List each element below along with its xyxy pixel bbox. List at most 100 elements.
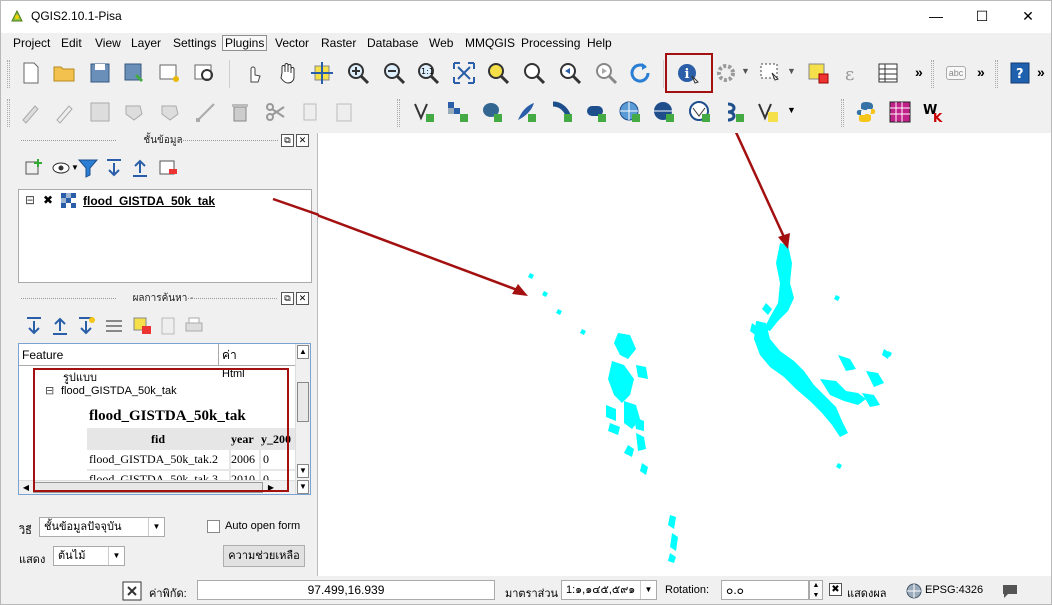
new-print-composer-button[interactable] (156, 60, 182, 86)
dropdown-arrow-icon[interactable]: ▼ (787, 105, 796, 115)
add-vector-layer-button[interactable] (411, 99, 437, 125)
map-canvas[interactable] (273, 92, 1051, 576)
wkt-plugin-button[interactable]: WK (921, 99, 947, 125)
menu-mmqgis[interactable]: MMQGIS (463, 36, 517, 52)
menu-database[interactable]: Database (365, 36, 420, 52)
toolbar-grip[interactable] (841, 99, 844, 127)
toolbar-grip[interactable] (931, 60, 934, 88)
collapse-tree-button[interactable] (47, 313, 73, 339)
zoom-out-button[interactable] (381, 60, 407, 86)
composer-manager-button[interactable] (191, 60, 217, 86)
menu-help[interactable]: Help (585, 36, 614, 52)
layer-row[interactable]: ⊟ ✖ flood_GISTDA_50k_tak (23, 193, 309, 211)
toolbar-grip[interactable] (995, 60, 998, 88)
toolbar-overflow-icon[interactable]: » (915, 64, 923, 80)
zoom-next-button[interactable] (593, 60, 619, 86)
toggle-editing-button[interactable] (51, 99, 77, 125)
current-edits-button[interactable] (18, 99, 44, 125)
node-tool-button[interactable] (193, 99, 219, 125)
column-header-feature[interactable]: Feature (19, 344, 219, 366)
zoom-full-button[interactable] (451, 60, 477, 86)
toggle-extents-button[interactable] (119, 578, 145, 604)
crs-globe-icon[interactable] (906, 583, 922, 599)
layer-tree[interactable]: ⊟ ✖ flood_GISTDA_50k_tak (18, 189, 312, 283)
expand-all-button[interactable] (101, 155, 127, 181)
add-raster-layer-button[interactable] (445, 99, 471, 125)
menu-edit[interactable]: Edit (59, 36, 84, 52)
toolbar-overflow-icon[interactable]: » (1037, 64, 1045, 80)
scroll-down-icon[interactable]: ▼ (297, 480, 309, 494)
dropdown-arrow-icon[interactable]: ▼ (787, 66, 796, 76)
vertical-scrollbar[interactable]: ▲ ▼ ▼ (295, 344, 310, 494)
menu-view[interactable]: View (93, 36, 123, 52)
move-feature-button[interactable] (157, 99, 183, 125)
menu-project[interactable]: Project (11, 36, 52, 52)
new-shapefile-button[interactable] (755, 99, 781, 125)
select-features-button[interactable] (757, 60, 783, 86)
add-oracle-layer-button[interactable] (583, 99, 609, 125)
dropdown-arrow-icon[interactable]: ▼ (741, 66, 750, 76)
add-delimited-text-button[interactable] (721, 99, 747, 125)
menu-layer[interactable]: Layer (129, 36, 163, 52)
rotation-field[interactable]: ๐.๐ (721, 580, 809, 600)
scroll-down-icon[interactable]: ▼ (297, 464, 309, 478)
column-header-value[interactable]: ค่า (219, 344, 295, 366)
help-button[interactable]: ความช่วยเหลือ (223, 545, 305, 567)
maximize-button[interactable]: ☐ (959, 1, 1005, 31)
remove-layer-button[interactable] (155, 155, 181, 181)
clear-results-button[interactable] (101, 313, 127, 339)
save-as-button[interactable] (121, 60, 147, 86)
pan-map-button[interactable] (275, 60, 301, 86)
add-wfs-layer-button[interactable] (687, 99, 713, 125)
collapse-toggle-icon[interactable]: ⊟ (25, 193, 35, 207)
messages-bubble-icon[interactable] (1001, 582, 1019, 600)
zoom-last-button[interactable] (557, 60, 583, 86)
copy-features-button[interactable] (297, 99, 323, 125)
layer-visibility-checkbox[interactable]: ✖ (43, 193, 53, 207)
float-panel-button[interactable]: ⧉ (281, 292, 294, 305)
menu-plugins[interactable]: Plugins (222, 35, 268, 51)
toolbar-grip[interactable] (7, 99, 10, 127)
float-panel-button[interactable]: ⧉ (281, 134, 294, 147)
add-feature-button[interactable] (121, 99, 147, 125)
crs-label[interactable]: EPSG:4326 (925, 584, 983, 596)
delete-selected-button[interactable] (227, 99, 253, 125)
expand-tree-button[interactable] (21, 313, 47, 339)
mode-combobox[interactable]: ชั้นข้อมูลปัจจุบัน ▼ (39, 517, 165, 537)
menu-vector[interactable]: Vector (273, 36, 311, 52)
add-group-button[interactable] (21, 155, 47, 181)
pan-to-selection-button[interactable] (309, 60, 335, 86)
python-console-button[interactable] (853, 99, 879, 125)
save-project-button[interactable] (87, 60, 113, 86)
copy-feature-button[interactable] (129, 313, 155, 339)
add-wms-layer-button[interactable] (617, 99, 643, 125)
refresh-button[interactable] (627, 60, 653, 86)
label-tool-button[interactable]: abc (943, 60, 969, 86)
zoom-to-layer-button[interactable] (521, 60, 547, 86)
expand-new-results-button[interactable] (73, 313, 99, 339)
zoom-in-button[interactable] (345, 60, 371, 86)
minimize-button[interactable]: — (913, 1, 959, 31)
collapse-all-button[interactable] (127, 155, 153, 181)
scrollbar-thumb[interactable] (297, 382, 309, 422)
add-mssql-layer-button[interactable] (549, 99, 575, 125)
print-results-button[interactable] (181, 313, 207, 339)
scale-combobox[interactable]: 1:๑,๑๔๕,๕๙๑ ▼ (561, 580, 657, 600)
close-panel-button[interactable]: ✕ (296, 292, 309, 305)
scroll-left-icon[interactable]: ◀ (20, 481, 32, 494)
layer-name[interactable]: flood_GISTDA_50k_tak (83, 194, 215, 208)
close-button[interactable]: ✕ (1005, 1, 1051, 31)
menu-processing[interactable]: Processing (519, 36, 582, 52)
menu-settings[interactable]: Settings (171, 36, 218, 52)
render-checkbox[interactable]: ✖ (829, 583, 842, 596)
save-edits-button[interactable] (87, 99, 113, 125)
menu-web[interactable]: Web (427, 36, 455, 52)
auto-open-checkbox[interactable] (207, 520, 220, 533)
cut-features-button[interactable] (263, 99, 289, 125)
menu-raster[interactable]: Raster (319, 36, 358, 52)
close-panel-button[interactable]: ✕ (296, 134, 309, 147)
paste-features-button[interactable] (331, 99, 357, 125)
toolbar-grip[interactable] (397, 99, 400, 127)
copy-attributes-button[interactable] (155, 313, 181, 339)
add-postgis-layer-button[interactable] (479, 99, 505, 125)
